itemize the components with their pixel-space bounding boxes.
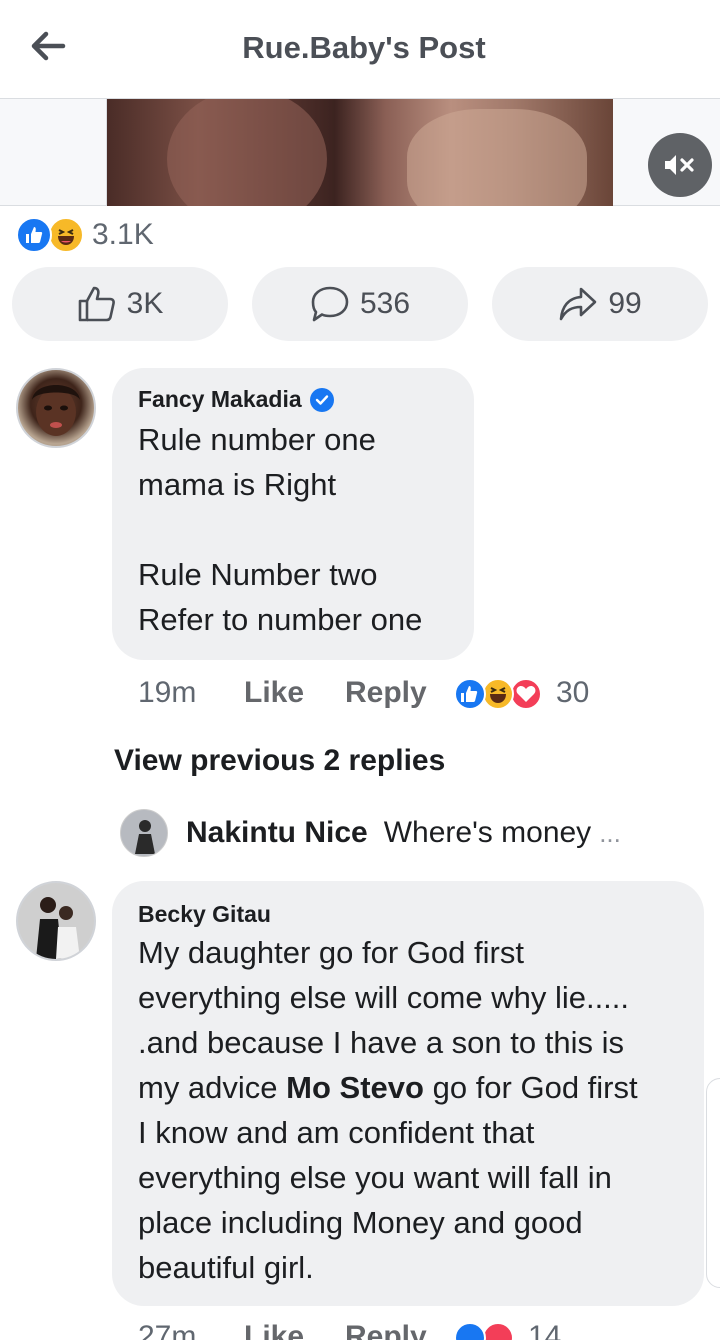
comment-text-line: beautiful girl. [138, 1250, 314, 1285]
comment-bubble[interactable]: Fancy Makadia Rule number one mama is Ri… [112, 368, 474, 660]
comment-text-line: Refer to number one [138, 602, 423, 637]
commenter-avatar[interactable] [16, 368, 96, 448]
comment-text-line: My daughter go for God first [138, 935, 524, 970]
verified-badge-icon [309, 387, 334, 412]
thumbs-up-icon [78, 286, 115, 322]
share-arrow-icon [560, 287, 597, 321]
comment-author[interactable]: Becky Gitau [138, 901, 271, 928]
mute-button[interactable] [648, 133, 712, 197]
media-blank-area [0, 99, 107, 206]
like-reaction-icon [454, 678, 486, 710]
post-media[interactable] [0, 98, 720, 206]
comment-time: 19m [138, 676, 197, 709]
video-shading [407, 109, 587, 206]
reply-author[interactable]: Nakintu Nice [186, 816, 368, 850]
comment-author[interactable]: Fancy Makadia [138, 386, 334, 413]
comment-count: 536 [359, 287, 411, 320]
haha-reaction-icon [48, 217, 84, 253]
view-previous-replies-link[interactable]: View previous 2 replies [114, 744, 445, 778]
comment-text-line: everything else you want will fall in [138, 1160, 612, 1195]
avatar-person-icon [121, 810, 167, 856]
comment-text-line: mama is Right [138, 467, 337, 502]
comment-reply-button[interactable]: Reply [345, 1320, 427, 1340]
haha-reaction-icon [482, 678, 514, 710]
comment-text-line: .and because I have a son to this is [138, 1025, 624, 1060]
comment-button[interactable]: 536 [252, 267, 468, 341]
comment-text-line: Rule Number two [138, 557, 378, 592]
comment-time: 27m [138, 1320, 197, 1340]
comment-bubble[interactable]: Becky Gitau My daughter go for God first… [112, 881, 704, 1306]
comment-text-segment: go for God first [432, 1070, 638, 1105]
comment-text-line: everything else will come why lie..... [138, 980, 630, 1015]
like-count: 3K [126, 287, 164, 320]
comment-text-segment: my advice [138, 1070, 278, 1105]
video-shading [167, 99, 327, 206]
avatar-couple-icon [18, 883, 94, 959]
avatar-face-icon [32, 385, 80, 436]
side-panel-edge[interactable] [706, 1078, 720, 1288]
love-reaction-icon [482, 1322, 514, 1340]
comment-text-line: Rule number one [138, 422, 376, 457]
share-button[interactable]: 99 [492, 267, 708, 341]
like-reaction-icon [16, 217, 52, 253]
commenter-avatar[interactable] [16, 881, 96, 961]
comment-bubble-icon [311, 286, 349, 322]
reaction-count: 3.1K [92, 218, 154, 251]
reply-ellipsis: ... [599, 817, 621, 848]
comment-reaction-count[interactable]: 14 [528, 1320, 561, 1340]
volume-mute-icon [665, 155, 694, 175]
comment-like-button[interactable]: Like [244, 1320, 304, 1340]
comment-like-button[interactable]: Like [244, 676, 304, 710]
mention-link[interactable]: Mo Stevo [286, 1070, 424, 1105]
video-frame[interactable] [107, 99, 613, 206]
like-button[interactable]: 3K [12, 267, 228, 341]
like-reaction-icon [454, 1322, 486, 1340]
comment-text-line: place including Money and good [138, 1205, 583, 1240]
reply-preview[interactable]: Nakintu Nice Where's money ... [120, 808, 621, 858]
reply-text: Where's money [383, 816, 592, 849]
love-reaction-icon [510, 678, 542, 710]
comment-reply-button[interactable]: Reply [345, 676, 427, 710]
page-title: Rue.Baby's Post [242, 30, 486, 65]
comment-text-line: I know and am confident that [138, 1115, 535, 1150]
comment-reaction-count[interactable]: 30 [556, 676, 589, 710]
share-count: 99 [608, 287, 642, 320]
comment-text-line: my advice Mo Stevo go for God first [138, 1070, 638, 1106]
reply-avatar[interactable] [120, 809, 168, 857]
top-bar: Rue.Baby's Post [0, 0, 720, 98]
comment-author-name[interactable]: Fancy Makadia [138, 386, 302, 413]
reactions-summary[interactable]: 3.1K [16, 215, 154, 255]
